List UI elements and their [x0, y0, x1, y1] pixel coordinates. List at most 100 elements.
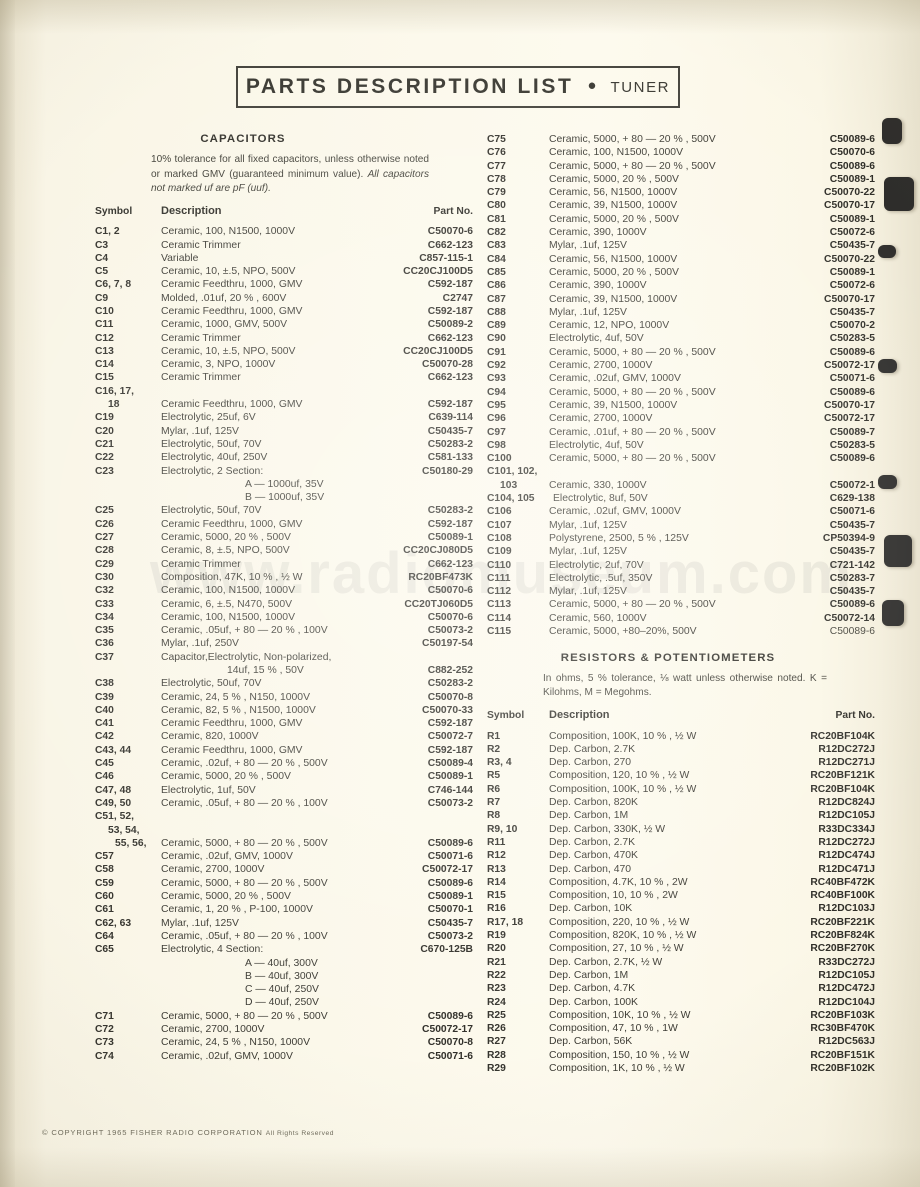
- table-row: R26 Composition, 47, 10 % , 1W RC30BF470K: [487, 1022, 875, 1035]
- table-row: C88 Mylar, .1uf, 125V C50435-7: [487, 306, 875, 319]
- row-symbol: C87: [487, 293, 506, 305]
- row-description: Ceramic, 1, 20 % , P-100, 1000V: [161, 904, 313, 916]
- row-description: Ceramic, .02uf, GMV, 1000V: [161, 851, 293, 863]
- table-row: C61 Ceramic, 1, 20 % , P-100, 1000V C50070…: [95, 903, 473, 916]
- row-symbol: C59: [95, 877, 114, 889]
- table-row: C108 Polystyrene, 2500, 5 % , 125V CP50394…: [487, 532, 875, 545]
- row-description: Ceramic, 100, N1500, 1000V: [161, 611, 296, 623]
- row-part-number: RC30BF470K: [810, 1023, 875, 1035]
- row-part-number: RC20BF103K: [810, 1009, 875, 1021]
- row-description: Electrolytic, 2 Section:: [161, 465, 264, 477]
- table-row: C71 Ceramic, 5000, + 80 — 20 % , 500V C500…: [95, 1010, 473, 1023]
- table-row: C14 Ceramic, 3, NPO, 1000V C50070-28: [95, 358, 473, 371]
- row-part-number: C50435-7: [829, 546, 875, 558]
- resistors-section-note: In ohms, 5 % tolerance, ⅛ watt unless ot…: [543, 672, 827, 700]
- row-description: Electrolytic, 50uf, 70V: [161, 438, 262, 450]
- row-description: Ceramic, 100, N1500, 1000V: [161, 585, 296, 597]
- table-row: C86 Ceramic, 390, 1000V C50072-6: [487, 279, 875, 292]
- row-part-number: C592-187: [427, 305, 473, 317]
- row-description: Ceramic Feedthru, 1000, GMV: [161, 744, 303, 756]
- row-description: Ceramic, 2700, 1000V: [161, 864, 265, 876]
- row-part-number: C50071-6: [427, 851, 473, 863]
- row-description: Composition, 100K, 10 % , ½ W: [549, 730, 697, 742]
- table-row: C46 Ceramic, 5000, 20 % , 500V C50089-1: [95, 770, 473, 783]
- row-symbol: C30: [95, 571, 114, 583]
- row-part-number: C50070-22: [824, 253, 875, 265]
- row-symbol: C83: [487, 240, 506, 252]
- row-symbol: C35: [95, 625, 114, 637]
- row-symbol: C15: [95, 372, 114, 384]
- row-part-number: C592-187: [427, 279, 473, 291]
- row-symbol: R9, 10: [487, 823, 518, 835]
- row-description: Polystyrene, 2500, 5 % , 125V: [549, 532, 689, 544]
- row-symbol: C95: [487, 399, 506, 411]
- row-symbol: C36: [95, 638, 114, 650]
- row-symbol: C13: [95, 345, 114, 357]
- table-row: C84 Ceramic, 56, N1500, 1000V C50070-22: [487, 253, 875, 266]
- table-row: C45 Ceramic, .02uf, + 80 — 20 % , 500V C50…: [95, 757, 473, 770]
- row-description: Composition, 820K, 10 % , ½ W: [549, 930, 697, 942]
- row-description: A — 40uf, 300V: [245, 957, 318, 969]
- row-part-number: C50435-7: [829, 586, 875, 598]
- row-part-number: C50072-14: [824, 612, 875, 624]
- row-description: Electrolytic, 25uf, 6V: [161, 412, 256, 424]
- table-row: C5 Ceramic, 10, ±.5, NPO, 500V CC20CJ100D5: [95, 265, 473, 278]
- table-row: 55, 56, Ceramic, 5000, + 80 — 20 % , 500V…: [95, 837, 473, 850]
- row-symbol: C37: [95, 651, 114, 663]
- row-description: Ceramic, .02uf, GMV, 1000V: [549, 373, 681, 385]
- row-part-number: RC20BF270K: [810, 943, 875, 955]
- resistors-table-body: R1 Composition, 100K, 10 % , ½ W RC20BF104…: [487, 730, 875, 1076]
- table-row: C28 Ceramic, 8, ±.5, NPO, 500V CC20CJ080D5: [95, 544, 473, 557]
- row-part-number: C50089-6: [829, 134, 875, 145]
- row-part-number: C50089-6: [829, 625, 875, 637]
- table-row: C115 Ceramic, 5000, +80–20%, 500V C50089-6: [487, 625, 875, 638]
- row-part-number: C50283-2: [427, 438, 473, 450]
- resistors-table-header: Symbol Description Part No.: [487, 709, 875, 722]
- row-description: Ceramic, .05uf, + 80 — 20 % , 100V: [161, 930, 328, 942]
- table-row: C37 Capacitor,Electrolytic, Non-polarized…: [95, 651, 473, 664]
- row-part-number: C50089-1: [427, 771, 473, 783]
- row-part-number: C592-187: [427, 718, 473, 730]
- table-row: C106 Ceramic, .02uf, GMV, 1000V C50071-6: [487, 505, 875, 518]
- table-row: C47, 48 Electrolytic, 1uf, 50V C746-144: [95, 784, 473, 797]
- header-description: Description: [161, 204, 222, 217]
- row-description: Ceramic, 5000, 20 % , 500V: [549, 266, 679, 278]
- row-symbol: C93: [487, 373, 506, 385]
- table-row: C13 Ceramic, 10, ±.5, NPO, 500V CC20CJ100D…: [95, 345, 473, 358]
- table-row: R19 Composition, 820K, 10 % , ½ W RC20BF82…: [487, 929, 875, 942]
- row-symbol: C110: [487, 559, 512, 571]
- row-description: Ceramic, 12, NPO, 1000V: [549, 320, 670, 332]
- row-description: Dep. Carbon, 10K: [549, 903, 633, 915]
- row-description: Ceramic Feedthru, 1000, GMV: [161, 305, 303, 317]
- row-part-number: C50089-1: [427, 891, 473, 903]
- row-part-number: C50089-1: [829, 173, 875, 185]
- row-symbol: C45: [95, 758, 114, 770]
- row-symbol: R25: [487, 1009, 506, 1021]
- row-part-number: C670-125B: [420, 944, 473, 956]
- table-row: C39 Ceramic, 24, 5 % , N150, 1000V C50070-…: [95, 691, 473, 704]
- row-description: Mylar, .1uf, 125V: [161, 917, 239, 929]
- row-description: Capacitor,Electrolytic, Non-polarized,: [161, 651, 332, 663]
- row-description: Composition, 1K, 10 % , ½ W: [549, 1063, 685, 1074]
- row-description: Electrolytic, 1uf, 50V: [161, 784, 256, 796]
- row-part-number: C662-123: [427, 332, 473, 344]
- table-row: C36 Mylar, .1uf, 250V C50197-54: [95, 637, 473, 650]
- row-description: Ceramic, .02uf, GMV, 1000V: [549, 506, 681, 518]
- row-symbol: C40: [95, 704, 114, 716]
- row-part-number: C592-187: [427, 744, 473, 756]
- row-symbol: R2: [487, 743, 501, 755]
- row-description: Dep. Carbon, 330K, ½ W: [549, 823, 666, 835]
- row-part-number: R12DC563J: [818, 1036, 875, 1048]
- table-row: C79 Ceramic, 56, N1500, 1000V C50070-22: [487, 186, 875, 199]
- row-part-number: C50089-7: [829, 426, 875, 438]
- row-symbol: C4: [95, 252, 109, 264]
- table-row: 18 Ceramic Feedthru, 1000, GMV C592-187: [95, 398, 473, 411]
- row-symbol: C47, 48: [95, 784, 132, 796]
- row-symbol: R1: [487, 730, 501, 742]
- row-part-number: C50089-1: [829, 266, 875, 278]
- table-row: C4 Variable C857-115-1: [95, 252, 473, 265]
- page-subtitle: TUNER: [610, 78, 671, 96]
- table-row: 53, 54,: [95, 824, 473, 837]
- row-symbol: C73: [95, 1037, 114, 1049]
- row-description: Ceramic, 5000, 20 % , 500V: [161, 771, 291, 783]
